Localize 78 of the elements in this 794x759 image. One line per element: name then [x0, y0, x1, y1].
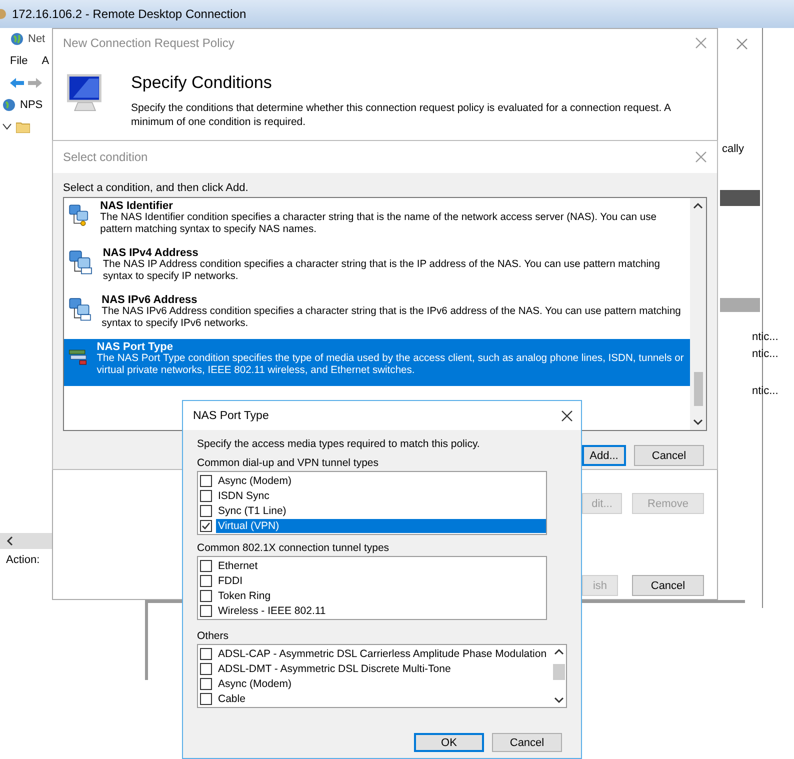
- expand-chevron-icon[interactable]: [2, 123, 12, 131]
- checkbox[interactable]: [200, 504, 212, 516]
- dialog-button[interactable]: Cancel: [632, 575, 704, 596]
- column-header: [720, 190, 760, 206]
- condition-name: NAS IPv4 Address: [102, 247, 200, 259]
- list-text: cally: [722, 143, 744, 155]
- menu-item[interactable]: A: [42, 55, 50, 67]
- app-icon: [0, 7, 8, 21]
- scrollbar-thumb[interactable]: [694, 372, 702, 406]
- back-arrow-icon[interactable]: [10, 78, 24, 88]
- list-item[interactable]: ADSL-DMT - Asymmetric DSL Discrete Multi-Tone: [216, 662, 552, 676]
- section-bar: [720, 298, 760, 312]
- dialog-button[interactable]: OK: [414, 733, 484, 752]
- scroll-down-icon[interactable]: [693, 418, 703, 426]
- list-item[interactable]: ADSL-CAP - Asymmetric DSL Carrierless Amplitude Phase Modulation: [216, 646, 552, 660]
- instruction-text: Select a condition, and then click Add.: [62, 181, 250, 196]
- group-label: Common dial-up and VPN tunnel types: [197, 457, 380, 469]
- dialog-button[interactable]: Cancel: [634, 445, 704, 466]
- checkbox[interactable]: [200, 474, 212, 486]
- list-item[interactable]: Ethernet: [216, 558, 546, 572]
- checkbox[interactable]: [200, 604, 212, 616]
- condition-description: The NAS Port Type condition specifies the type of media used by the access client, such as analog phone lines, ISDN, tunnels or virtual private networks, IEEE 802.11 wireless, and Ethernet switches.: [96, 353, 685, 377]
- list-item[interactable]: Sync (T1 Line): [216, 504, 546, 518]
- dialog-title: New Connection Request Policy: [63, 36, 234, 50]
- condition-name: NAS Identifier: [100, 200, 174, 212]
- condition-item[interactable]: NAS Identifier The NAS Identifier condition specifies a character string that is the name of the network access server (NAS). You can use pattern matching syntax to specify NAS names.: [64, 198, 690, 245]
- page-heading: Specify Conditions: [131, 73, 273, 93]
- checkbox[interactable]: [200, 662, 212, 674]
- condition-description: The NAS Identifier condition specifies a character string that is the name of the network access server (NAS). You can use pattern matching syntax to specify NAS names.: [100, 212, 658, 236]
- condition-item[interactable]: NAS IPv6 Address The NAS IPv6 Address condition specifies a character string that is the IPv6 address of the NAS. You can use pattern matching syntax to specify IPv6 networks.: [64, 292, 690, 339]
- list-item[interactable]: Async (Modem): [216, 676, 552, 690]
- instruction-text: Specify the access media types required to match this policy.: [197, 438, 481, 450]
- condition-description: The NAS IP Address condition specifies a character string that is the IP address of the NAS. You can use pattern matching syntax to specify IP networks.: [102, 259, 661, 283]
- checkbox[interactable]: [200, 648, 212, 660]
- close-icon[interactable]: [561, 410, 573, 422]
- checkbox[interactable]: [200, 692, 212, 704]
- globe-icon: [2, 98, 16, 112]
- window-title: 172.16.106.2 - Remote Desktop Connection: [12, 7, 246, 21]
- list-text: ntic...: [752, 385, 778, 397]
- condition-list[interactable]: [63, 197, 707, 431]
- dialog-button[interactable]: Add...: [582, 445, 626, 466]
- scroll-down-icon[interactable]: [554, 696, 564, 704]
- globe-icon: [10, 32, 24, 46]
- checkbox[interactable]: [200, 678, 212, 690]
- checkbox[interactable]: [200, 560, 212, 572]
- checkbox[interactable]: [200, 574, 212, 586]
- status-text: Action:: [6, 554, 40, 566]
- scroll-up-icon[interactable]: [693, 202, 703, 210]
- page-description: Specify the conditions that determine whether this connection request policy is evaluated for a connection request. A minimum of one condition is required.: [131, 101, 672, 129]
- checkbox[interactable]: [200, 490, 212, 502]
- menu-item[interactable]: File: [10, 55, 28, 67]
- scroll-left-icon[interactable]: [6, 536, 14, 546]
- checkbox[interactable]: [200, 590, 212, 602]
- dialog-title: Select condition: [63, 150, 148, 164]
- list-item[interactable]: Token Ring: [216, 588, 546, 602]
- list-item[interactable]: Cable: [216, 692, 552, 706]
- condition-name: NAS Port Type: [96, 341, 174, 353]
- list-text: ntic...: [752, 331, 778, 343]
- list-item[interactable]: Virtual (VPN): [216, 518, 546, 532]
- condition-description: The NAS IPv6 Address condition specifies a character string that is the IPv6 address of the NAS. You can use pattern matching syntax to specify IPv6 networks.: [102, 306, 682, 330]
- list-item[interactable]: ISDN Sync: [216, 488, 546, 502]
- condition-item[interactable]: NAS IPv4 Address The NAS IP Address condition specifies a character string that is the IP address of the NAS. You can use pattern matching syntax to specify IP networks.: [64, 245, 690, 292]
- group-label: Common 802.1X connection tunnel types: [197, 542, 390, 554]
- condition-item[interactable]: [64, 339, 690, 386]
- tree-item[interactable]: NPS: [20, 99, 43, 111]
- scroll-up-icon[interactable]: [554, 648, 564, 656]
- list-item[interactable]: Async (Modem): [216, 474, 546, 488]
- folder-icon: [16, 121, 30, 133]
- dialog-button[interactable]: Cancel: [492, 733, 562, 752]
- list-text: ntic...: [752, 348, 778, 360]
- checkbox[interactable]: [200, 520, 212, 532]
- list-item[interactable]: Wireless - IEEE 802.11: [216, 604, 546, 618]
- list-item[interactable]: FDDI: [216, 574, 546, 588]
- group-label: Others: [197, 630, 230, 642]
- condition-name: NAS IPv6 Address: [102, 294, 198, 306]
- dialog-title: NAS Port Type: [193, 410, 269, 422]
- window-title: Net: [28, 33, 46, 45]
- scrollbar-thumb[interactable]: [553, 664, 565, 680]
